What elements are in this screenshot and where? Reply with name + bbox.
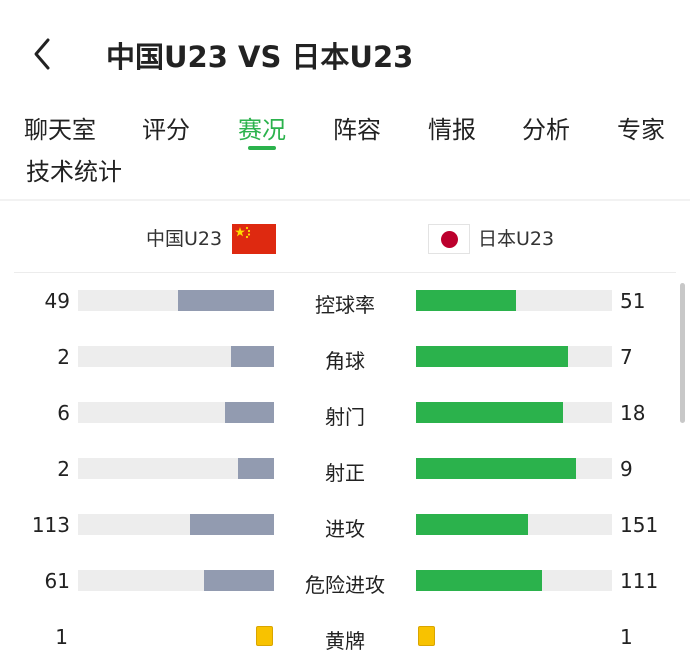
- home-stat-bar: [78, 402, 274, 423]
- away-stat-value: 151: [620, 513, 659, 537]
- away-stat-bar: [416, 290, 612, 311]
- away-stat-bar: [416, 570, 612, 591]
- away-stat-value: 9: [620, 457, 633, 481]
- stat-row-possession: 49 控球率 51: [0, 281, 690, 321]
- scrollbar[interactable]: [680, 283, 685, 423]
- away-stat-value: 18: [620, 401, 646, 425]
- away-stat-fill: [416, 514, 529, 535]
- stat-label: 角球: [325, 349, 365, 373]
- tab-rating[interactable]: 评分: [142, 110, 190, 145]
- stat-label: 黄牌: [325, 629, 365, 653]
- tab-tech-stats[interactable]: 技术统计: [26, 152, 122, 187]
- stat-row-corners: 2 角球 7: [0, 337, 690, 377]
- stat-row-attacks: 113 进攻 151: [0, 505, 690, 545]
- home-stat-value: 2: [57, 457, 70, 481]
- home-stat-value: 49: [44, 289, 70, 313]
- home-stat-fill: [230, 346, 274, 367]
- home-stat-value: 61: [44, 569, 70, 593]
- away-stat-fill: [416, 346, 569, 367]
- yellow-card-icon: [256, 626, 273, 646]
- home-stat-bar: [78, 570, 274, 591]
- away-stat-fill: [416, 290, 516, 311]
- home-stat-value: 2: [57, 345, 70, 369]
- away-stat-fill: [416, 402, 563, 423]
- away-stat-value: 1: [620, 625, 633, 649]
- stat-row-shots: 6 射门 18: [0, 393, 690, 433]
- header-divider: [14, 272, 676, 273]
- tab-match-status[interactable]: 赛况: [238, 110, 286, 145]
- china-flag-icon: [232, 224, 276, 254]
- away-stat-value: 7: [620, 345, 633, 369]
- home-stat-value: 113: [31, 513, 70, 537]
- away-team-name: 日本U23: [478, 228, 555, 250]
- away-stat-bar: [416, 514, 612, 535]
- stat-row-yellow-cards: 1 黄牌 1: [0, 617, 690, 657]
- home-stat-fill: [225, 402, 274, 423]
- back-button[interactable]: [30, 36, 58, 72]
- yellow-card-icon: [418, 626, 435, 646]
- page-title: 中国U23 VS 日本U23: [106, 40, 414, 74]
- away-stat-fill: [416, 570, 543, 591]
- stat-row-shots-on-target: 2 射正 9: [0, 449, 690, 489]
- home-stat-bar: [78, 290, 274, 311]
- away-stat-bar: [416, 458, 612, 479]
- home-stat-value: 6: [57, 401, 70, 425]
- tab-chatroom[interactable]: 聊天室: [24, 110, 96, 145]
- home-stat-fill: [190, 514, 274, 535]
- tab-experts[interactable]: 专家: [617, 110, 665, 145]
- home-stat-bar: [78, 458, 274, 479]
- stat-row-dangerous-attacks: 61 危险进攻 111: [0, 561, 690, 601]
- home-stat-fill: [238, 458, 274, 479]
- home-team-name: 中国U23: [146, 228, 223, 250]
- stat-label: 控球率: [315, 293, 375, 317]
- home-stat-value: 1: [55, 625, 68, 649]
- stat-label: 进攻: [325, 517, 365, 541]
- home-stat-bar: [78, 346, 274, 367]
- home-stat-fill: [204, 570, 274, 591]
- tab-intel[interactable]: 情报: [428, 110, 476, 145]
- active-tab-indicator: [248, 146, 276, 150]
- section-divider: [0, 199, 690, 201]
- away-stat-bar: [416, 402, 612, 423]
- chevron-left-icon: [34, 38, 50, 70]
- away-stat-fill: [416, 458, 577, 479]
- tab-lineup[interactable]: 阵容: [333, 110, 381, 145]
- away-stat-bar: [416, 346, 612, 367]
- japan-flag-icon: [428, 224, 470, 254]
- away-stat-value: 111: [620, 569, 659, 593]
- header-bar: 中国U23 VS 日本U23: [0, 0, 690, 100]
- stat-label: 危险进攻: [305, 573, 385, 597]
- home-stat-fill: [177, 290, 274, 311]
- home-stat-bar: [78, 514, 274, 535]
- tab-analysis[interactable]: 分析: [522, 110, 570, 145]
- stat-label: 射正: [325, 461, 365, 485]
- stat-label: 射门: [325, 405, 365, 429]
- away-stat-value: 51: [620, 289, 646, 313]
